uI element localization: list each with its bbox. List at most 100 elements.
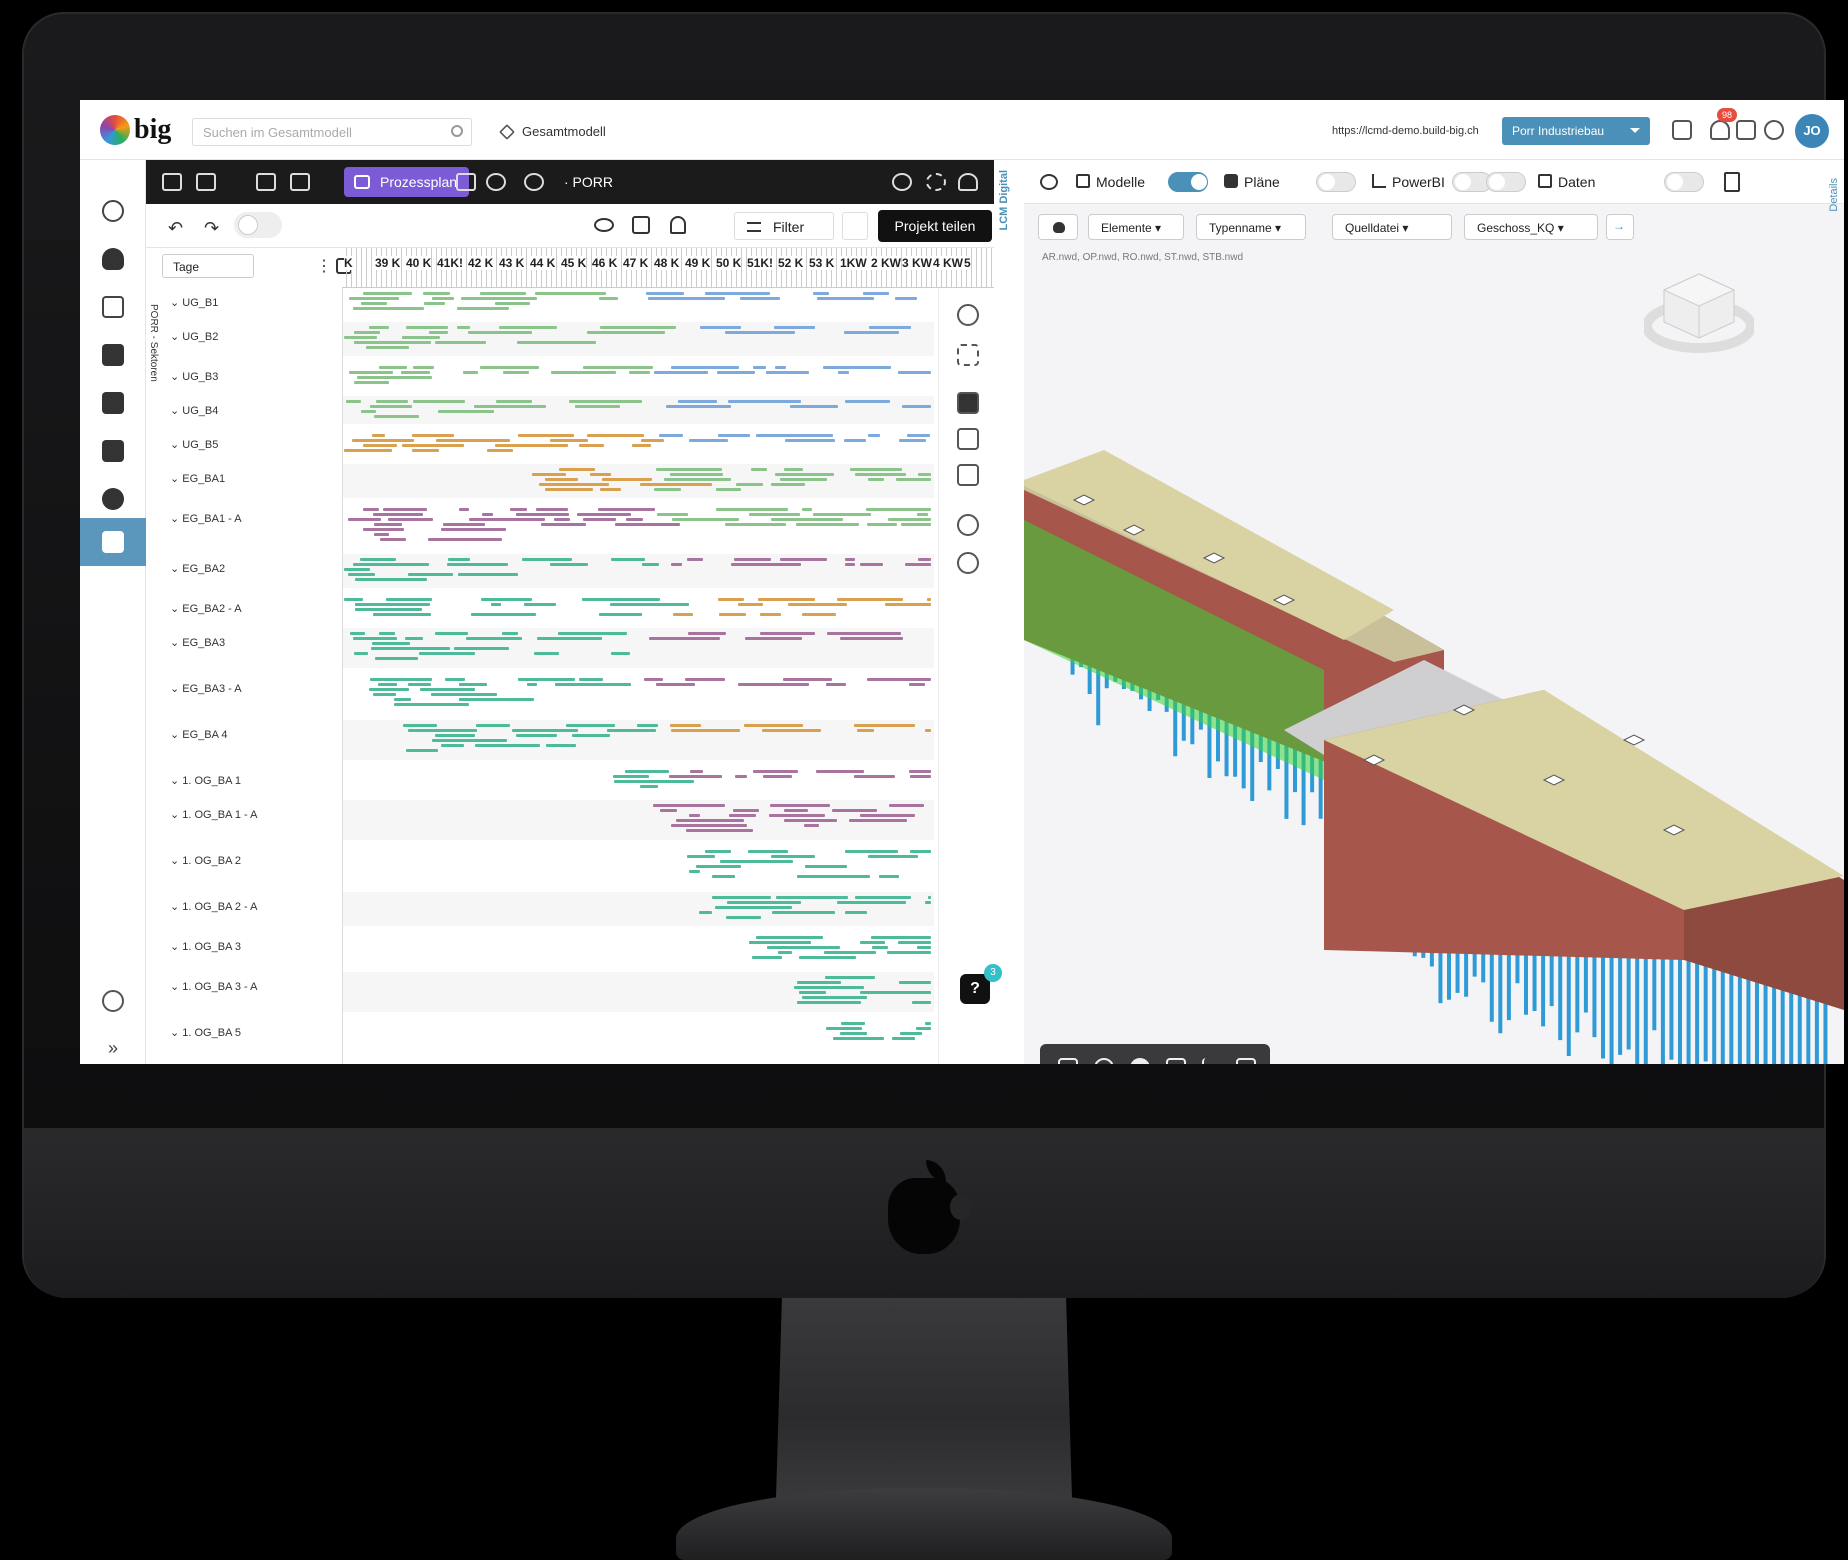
- gantt-row-label[interactable]: ⌄ 1. OG_BA 2: [170, 854, 241, 867]
- gantt-task-bar[interactable]: [468, 331, 532, 334]
- gantt-task-bar[interactable]: [407, 729, 478, 732]
- gantt-task-bar[interactable]: [878, 875, 900, 878]
- gantt-task-bar[interactable]: [716, 488, 742, 491]
- project-label[interactable]: · PORR: [564, 174, 613, 190]
- gantt-task-bar[interactable]: [545, 488, 593, 491]
- gantt-task-bar[interactable]: [677, 400, 718, 403]
- gantt-task-bar[interactable]: [750, 468, 767, 471]
- gantt-task-bar[interactable]: [353, 331, 381, 334]
- gantt-task-bar[interactable]: [369, 326, 389, 329]
- gantt-task-bar[interactable]: [775, 896, 848, 899]
- gantt-task-bar[interactable]: [402, 444, 465, 447]
- gantt-row-label[interactable]: ⌄ 1. OG_BA 3: [170, 940, 241, 953]
- gantt-task-bar[interactable]: [568, 400, 642, 403]
- redo-icon[interactable]: ↷: [204, 218, 219, 239]
- gantt-task-bar[interactable]: [838, 371, 849, 374]
- bell-outline-icon[interactable]: [670, 216, 686, 234]
- gantt-task-bar[interactable]: [909, 775, 931, 778]
- gantt-task-bar[interactable]: [860, 991, 931, 994]
- gantt-task-bar[interactable]: [685, 829, 754, 832]
- gantt-task-bar[interactable]: [755, 434, 833, 437]
- gantt-task-bar[interactable]: [783, 678, 833, 681]
- gantt-task-bar[interactable]: [793, 986, 864, 989]
- gantt-task-bar[interactable]: [649, 637, 721, 640]
- gantt-task-bar[interactable]: [538, 483, 610, 486]
- gantt-task-bar[interactable]: [687, 558, 704, 561]
- gantt-task-bar[interactable]: [375, 657, 419, 660]
- gantt-task-bar[interactable]: [854, 473, 906, 476]
- gantt-task-bar[interactable]: [787, 603, 847, 606]
- gantt-task-bar[interactable]: [860, 563, 883, 566]
- gantt-task-bar[interactable]: [362, 292, 412, 295]
- refresh-icon[interactable]: [926, 173, 946, 191]
- filter-chevron-down-icon[interactable]: [842, 212, 868, 240]
- gantt-task-bar[interactable]: [802, 996, 867, 999]
- expand-chevrons-icon[interactable]: »: [102, 1038, 124, 1060]
- gantt-task-bar[interactable]: [411, 434, 455, 437]
- gantt-task-bar[interactable]: [374, 523, 403, 526]
- gantt-task-bar[interactable]: [715, 906, 792, 909]
- gantt-task-bar[interactable]: [374, 415, 420, 418]
- gantt-task-bar[interactable]: [491, 603, 502, 606]
- gantt-task-bar[interactable]: [854, 896, 912, 899]
- gantt-task-bar[interactable]: [813, 292, 829, 295]
- gantt-task-bar[interactable]: [371, 434, 386, 437]
- gantt-task-bar[interactable]: [797, 981, 842, 984]
- gantt-task-bar[interactable]: [495, 444, 569, 447]
- gantt-task-bar[interactable]: [486, 449, 513, 452]
- cart-icon[interactable]: [1672, 120, 1692, 140]
- cubes-icon[interactable]: [1166, 1058, 1186, 1064]
- gantt-task-bar[interactable]: [886, 951, 931, 954]
- check-circle-icon[interactable]: [486, 173, 506, 191]
- gantt-task-bar[interactable]: [360, 302, 388, 305]
- gantt-task-bar[interactable]: [615, 523, 680, 526]
- gantt-row-label[interactable]: ⌄ 1. OG_BA 1 - A: [170, 808, 257, 821]
- models-dropdown[interactable]: Modelle: [1096, 174, 1145, 190]
- gantt-task-bar[interactable]: [894, 297, 917, 300]
- gantt-task-bar[interactable]: [663, 478, 732, 481]
- zoom-in-icon[interactable]: [957, 514, 979, 536]
- gantt-task-bar[interactable]: [557, 632, 627, 635]
- gantt-task-bar[interactable]: [369, 688, 409, 691]
- gantt-task-bar[interactable]: [412, 449, 439, 452]
- gantt-task-bar[interactable]: [571, 734, 611, 737]
- gantt-task-bar[interactable]: [704, 850, 731, 853]
- gantt-task-bar[interactable]: [699, 326, 741, 329]
- gantt-task-bar[interactable]: [884, 603, 931, 606]
- gantt-task-bar[interactable]: [378, 632, 396, 635]
- gantt-row-label[interactable]: ⌄ EG_BA2 - A: [170, 602, 242, 615]
- presentation-icon[interactable]: [290, 173, 310, 191]
- gantt-task-bar[interactable]: [822, 366, 891, 369]
- gantt-task-bar[interactable]: [648, 297, 726, 300]
- gantt-task-bar[interactable]: [386, 598, 432, 601]
- gantt-task-bar[interactable]: [904, 563, 931, 566]
- document-check-icon[interactable]: [102, 440, 124, 462]
- gantt-task-bar[interactable]: [688, 439, 728, 442]
- walk-person-icon[interactable]: [1094, 1058, 1114, 1064]
- clipboard-icon[interactable]: [102, 392, 124, 414]
- project-url[interactable]: https://lcmd-demo.build-big.ch: [1332, 125, 1479, 137]
- gantt-task-bar[interactable]: [738, 683, 810, 686]
- gantt-task-bar[interactable]: [688, 632, 727, 635]
- gear-small-icon[interactable]: [524, 173, 544, 191]
- gantt-task-bar[interactable]: [353, 381, 389, 384]
- gantt-task-bar[interactable]: [625, 770, 670, 773]
- gantt-task-bar[interactable]: [438, 410, 494, 413]
- gantt-task-bar[interactable]: [441, 744, 464, 747]
- pdf-file-icon[interactable]: [1724, 172, 1740, 192]
- gantt-task-bar[interactable]: [565, 724, 616, 727]
- gantt-task-bar[interactable]: [362, 508, 380, 511]
- gantt-task-bar[interactable]: [558, 468, 596, 471]
- gantt-task-bar[interactable]: [515, 513, 569, 516]
- gantt-task-bar[interactable]: [774, 326, 816, 329]
- gantt-task-bar[interactable]: [705, 292, 771, 295]
- gantt-task-bar[interactable]: [675, 819, 745, 822]
- gantt-task-bar[interactable]: [896, 478, 931, 481]
- copy-icon[interactable]: [196, 173, 216, 191]
- gantt-task-bar[interactable]: [898, 439, 927, 442]
- gantt-task-bar[interactable]: [844, 911, 867, 914]
- gantt-task-bar[interactable]: [670, 724, 702, 727]
- gantt-task-bar[interactable]: [380, 538, 407, 541]
- more-vertical-icon[interactable]: ⋮: [316, 256, 332, 276]
- gantt-task-bar[interactable]: [352, 563, 430, 566]
